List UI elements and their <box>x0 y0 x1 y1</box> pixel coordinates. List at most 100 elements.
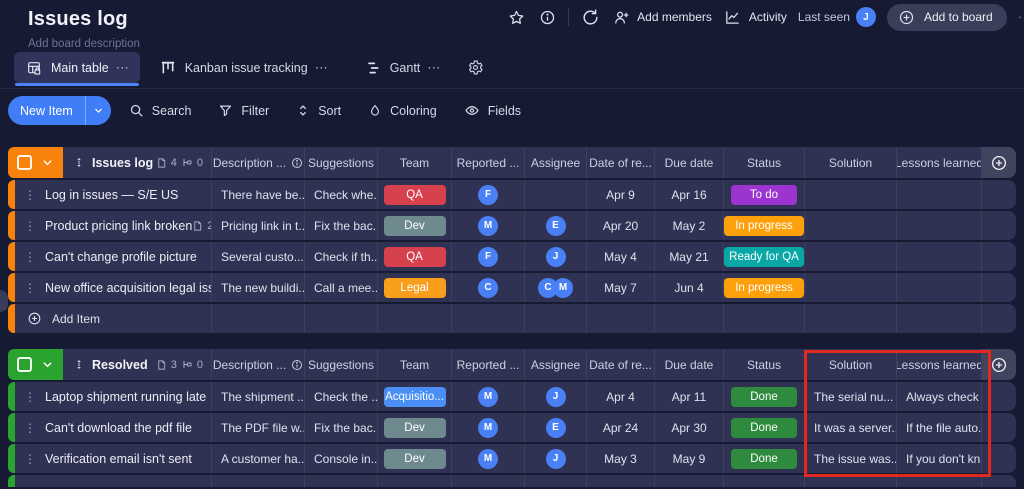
item-name-cell[interactable]: ⋮ Log in issues — S/E US <box>15 180 212 209</box>
status-cell[interactable]: To do <box>724 180 805 209</box>
search-button[interactable]: Search <box>129 103 191 118</box>
description-cell[interactable]: Several custo... <box>212 242 305 271</box>
group-checkbox[interactable] <box>17 357 32 372</box>
team-pill[interactable]: Dev <box>383 417 446 438</box>
table-row[interactable]: ⋮ Verification email isn't sent A custom… <box>8 444 1016 473</box>
gear-icon[interactable] <box>465 58 485 78</box>
table-row[interactable]: ⋮ Can't change profile picture Several c… <box>8 242 1016 271</box>
star-icon[interactable] <box>506 7 526 27</box>
avatar[interactable]: M <box>478 215 498 236</box>
solution-cell[interactable] <box>805 211 897 240</box>
add-item-cell[interactable] <box>15 475 212 487</box>
suggestions-cell[interactable]: Fix the bac... <box>305 211 378 240</box>
column-header-solution[interactable]: Solution <box>805 349 897 380</box>
reported-cell[interactable]: M <box>452 382 525 411</box>
suggestions-cell[interactable]: Check if th... <box>305 242 378 271</box>
lessons-cell[interactable] <box>897 242 982 271</box>
solution-cell[interactable] <box>805 180 897 209</box>
integrate-icon[interactable] <box>580 7 600 27</box>
avatar[interactable]: M <box>478 417 498 438</box>
suggestions-cell[interactable]: Console in... <box>305 444 378 473</box>
info-icon[interactable] <box>537 7 557 27</box>
column-header-date[interactable]: Date of re... <box>587 349 655 380</box>
status-pill[interactable]: Done <box>731 417 797 438</box>
solution-cell[interactable]: The issue was... <box>805 444 897 473</box>
column-header-lessons[interactable]: Lessons learned <box>897 349 982 380</box>
group-select-block[interactable] <box>8 349 63 380</box>
table-row[interactable]: ⋮ Log in issues — S/E US There have be..… <box>8 180 1016 209</box>
add-to-board-button[interactable]: Add to board <box>886 3 1007 31</box>
reported-cell[interactable]: M <box>452 444 525 473</box>
lessons-cell[interactable] <box>897 273 982 302</box>
suggestions-cell[interactable]: Call a mee... <box>305 273 378 302</box>
team-pill[interactable]: Dev <box>383 448 446 469</box>
column-header-due-date[interactable]: Due date <box>655 349 724 380</box>
solution-cell[interactable]: The serial nu... <box>805 382 897 411</box>
status-cell[interactable]: Done <box>724 444 805 473</box>
tab-options-icon[interactable]: ⋯ <box>427 60 441 76</box>
column-header-status[interactable]: Status <box>724 349 805 380</box>
date-cell[interactable]: May 7 <box>587 273 655 302</box>
avatar[interactable]: E <box>545 215 566 236</box>
suggestions-cell[interactable]: Check whe... <box>305 180 378 209</box>
lessons-cell[interactable]: If the file auto... <box>897 413 982 442</box>
tab-kanban[interactable]: Kanban issue tracking ⋯ <box>148 52 339 83</box>
description-cell[interactable]: A customer ha... <box>212 444 305 473</box>
team-cell[interactable]: Dev <box>378 211 452 240</box>
reported-cell[interactable]: M <box>452 413 525 442</box>
column-header-date[interactable]: Date of re... <box>587 147 655 178</box>
column-header-description[interactable]: Description ... <box>212 349 305 380</box>
team-cell[interactable]: Acquisitio... <box>378 382 452 411</box>
row-menu-icon[interactable]: ⋮ <box>15 250 45 264</box>
avatar[interactable]: F <box>478 246 498 267</box>
avatar[interactable]: M <box>478 448 498 469</box>
item-name-cell[interactable]: ⋮ Laptop shipment running late <box>15 382 212 411</box>
solution-cell[interactable] <box>805 242 897 271</box>
status-pill[interactable]: In progress <box>724 277 804 298</box>
status-pill[interactable]: Done <box>731 448 797 469</box>
column-header-status[interactable]: Status <box>724 147 805 178</box>
solution-cell[interactable] <box>805 273 897 302</box>
add-item-row-partial[interactable] <box>8 475 1016 487</box>
tab-gantt[interactable]: Gantt ⋯ <box>353 52 452 83</box>
filter-button[interactable]: Filter <box>218 103 269 118</box>
team-cell[interactable]: QA <box>378 180 452 209</box>
status-pill[interactable]: In progress <box>724 215 804 236</box>
group-checkbox[interactable] <box>17 155 32 170</box>
column-header-description[interactable]: Description ... <box>212 147 305 178</box>
item-name-cell[interactable]: ⋮ New office acquisition legal issues <box>15 273 212 302</box>
new-item-button[interactable]: New Item <box>8 96 111 125</box>
status-cell[interactable]: Done <box>724 382 805 411</box>
team-pill[interactable]: Legal <box>383 277 446 298</box>
assignee-cell[interactable] <box>525 180 587 209</box>
due-date-cell[interactable]: Apr 16 <box>655 180 724 209</box>
item-name-cell[interactable]: ⋮ Verification email isn't sent <box>15 444 212 473</box>
avatar[interactable]: F <box>478 184 498 205</box>
assignee-cell[interactable]: C M <box>525 273 587 302</box>
coloring-button[interactable]: Coloring <box>368 103 437 118</box>
status-cell[interactable]: Done <box>724 413 805 442</box>
solution-cell[interactable]: It was a server... <box>805 413 897 442</box>
team-cell[interactable]: Legal <box>378 273 452 302</box>
updates-badge[interactable]: 2 <box>192 220 211 232</box>
item-name-cell[interactable]: ⋮ Can't download the pdf file <box>15 413 212 442</box>
table-row[interactable]: ⋮ Can't download the pdf file The PDF fi… <box>8 413 1016 442</box>
tab-options-icon[interactable]: ⋯ <box>116 60 130 76</box>
board-description-placeholder[interactable]: Add board description <box>28 38 140 50</box>
assignee-cell[interactable]: J <box>525 242 587 271</box>
description-cell[interactable]: Pricing link in t... <box>212 211 305 240</box>
column-header-suggestions[interactable]: Suggestions <box>305 349 378 380</box>
lessons-cell[interactable] <box>897 180 982 209</box>
row-menu-icon[interactable]: ⋮ <box>15 421 45 435</box>
due-date-cell[interactable]: May 21 <box>655 242 724 271</box>
column-header-reported[interactable]: Reported ... <box>452 349 525 380</box>
add-column-button[interactable] <box>982 147 1016 178</box>
date-cell[interactable]: Apr 9 <box>587 180 655 209</box>
assignee-cell[interactable]: E <box>525 413 587 442</box>
column-header-solution[interactable]: Solution <box>805 147 897 178</box>
lessons-cell[interactable]: If you don't kn... <box>897 444 982 473</box>
table-row[interactable]: ⋮ New office acquisition legal issues Th… <box>8 273 1016 302</box>
avatar[interactable]: J <box>545 386 566 407</box>
description-cell[interactable]: There have be... <box>212 180 305 209</box>
column-header-suggestions[interactable]: Suggestions <box>305 147 378 178</box>
